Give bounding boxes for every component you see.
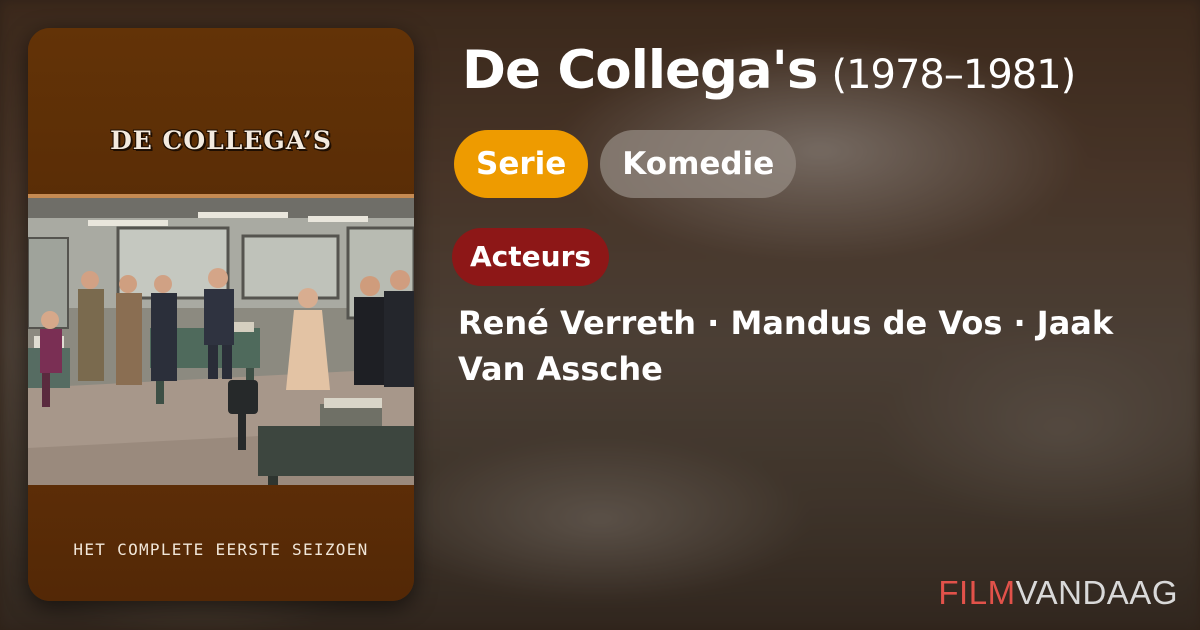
show-years: (1978–1981) <box>831 52 1076 98</box>
genre-chip: Komedie <box>600 130 797 198</box>
brand-logo-part1: FILM <box>938 574 1016 611</box>
show-title: De Collega's <box>462 40 818 101</box>
brand-logo: FILMVANDAAG <box>938 574 1178 612</box>
actors-list: René Verreth · Mandus de Vos · Jaak Van … <box>458 304 1114 388</box>
title-row: De Collega's (1978–1981) <box>462 40 1076 101</box>
poster-image: DE COLLEGA’S HET COMPLETE EERSTE SEIZOEN <box>28 28 414 601</box>
actors-badge: Acteurs <box>452 228 610 286</box>
poster-header-band <box>28 28 414 198</box>
type-chip: Serie <box>454 130 589 198</box>
poster-subtitle: HET COMPLETE EERSTE SEIZOEN <box>73 540 369 559</box>
poster-photo <box>28 194 414 514</box>
poster-title: DE COLLEGA’S <box>110 126 332 155</box>
tag-list: Serie Komedie <box>454 130 797 198</box>
brand-logo-part2: VANDAAG <box>1015 574 1178 611</box>
